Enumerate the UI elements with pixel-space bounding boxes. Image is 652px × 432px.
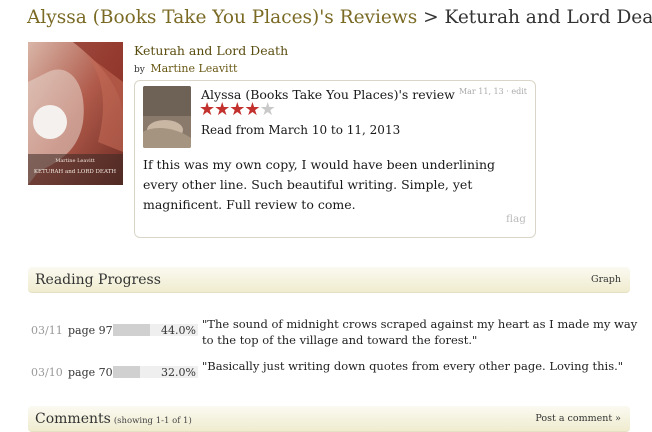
progress-percent: 44.0% — [161, 324, 196, 337]
read-dates: Read from March 10 to 11, 2013 — [201, 123, 401, 137]
progress-date: 03/10 — [31, 366, 63, 379]
progress-quote-line-2: to the top of the village and toward the… — [202, 333, 478, 347]
flag-link[interactable]: flag — [506, 213, 526, 225]
progress-quote: "Basically just writing down quotes from… — [202, 358, 623, 374]
review-card: Alyssa (Books Take You Places)'s review … — [134, 80, 536, 238]
post-comment-link[interactable]: Post a comment » — [535, 413, 621, 424]
meta-separator: · — [506, 87, 509, 96]
reviewer-avatar[interactable] — [143, 86, 191, 148]
progress-quote-line: "The sound of midnight crows scraped aga… — [202, 317, 638, 331]
star-filled-icon: ★ — [214, 99, 230, 120]
progress-date: 03/11 — [31, 324, 63, 337]
book-cover[interactable]: Martine Leavitt KETURAH and LORD DEATH — [28, 42, 123, 185]
review-meta: Mar 11, 13 · edit — [459, 87, 527, 96]
progress-percent: 32.0% — [161, 366, 196, 379]
cover-author-text: Martine Leavitt — [55, 158, 95, 164]
star-filled-icon: ★ — [199, 99, 215, 120]
page-title: Alyssa (Books Take You Places)'s Reviews… — [27, 6, 652, 30]
reading-progress-header: Reading Progress Graph — [28, 267, 630, 293]
cover-title-text: KETURAH and LORD DEATH — [34, 169, 116, 175]
progress-bar-fill — [113, 366, 141, 378]
comments-title: Comments (showing 1-1 of 1) — [35, 411, 192, 427]
star-filled-icon: ★ — [244, 99, 260, 120]
progress-entry: 03/11 page 97 44.0% "The sound of midnig… — [31, 316, 637, 356]
breadcrumb-current: Keturah and Lord Death — [444, 7, 652, 28]
comments-header: Comments (showing 1-1 of 1) Post a commen… — [28, 406, 630, 432]
star-rating: ★★★★★ — [199, 99, 276, 121]
review-date: Mar 11, 13 — [458, 87, 504, 96]
comments-title-text: Comments — [35, 411, 111, 427]
progress-page: page 70 — [68, 366, 113, 379]
edit-link[interactable]: edit — [511, 87, 527, 96]
reading-progress-title: Reading Progress — [35, 272, 161, 288]
book-title-link[interactable]: Keturah and Lord Death — [134, 43, 288, 58]
progress-entry: 03/10 page 70 32.0% "Basically just writ… — [31, 358, 631, 398]
author-link[interactable]: Martine Leavitt — [150, 62, 237, 75]
star-filled-icon: ★ — [229, 99, 245, 120]
progress-page: page 97 — [68, 324, 113, 337]
by-label: by — [134, 65, 145, 75]
progress-quote-line: "Basically just writing down quotes from… — [202, 359, 624, 373]
breadcrumb-reviews-link[interactable]: Alyssa (Books Take You Places)'s Reviews — [27, 7, 417, 28]
graph-link[interactable]: Graph — [591, 274, 621, 285]
progress-bar-fill — [113, 324, 151, 336]
by-line: by Martine Leavitt — [134, 62, 237, 75]
review-text: If this was my own copy, I would have be… — [143, 157, 496, 212]
progress-quote: "The sound of midnight crows scraped aga… — [202, 316, 637, 348]
breadcrumb-separator: > — [423, 7, 439, 28]
star-empty-icon: ★ — [259, 99, 276, 120]
comments-count: (showing 1-1 of 1) — [113, 416, 192, 426]
